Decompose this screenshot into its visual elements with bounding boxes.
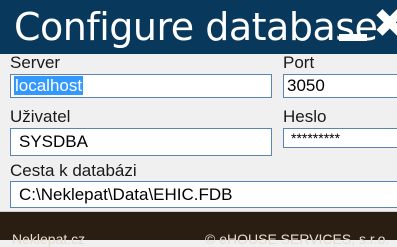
user-value: SYSDBA xyxy=(19,132,88,151)
port-value: 3050 xyxy=(287,76,325,95)
close-icon: ✖ xyxy=(373,4,397,46)
window-title: Configure database xyxy=(14,5,378,49)
port-input[interactable]: 3050 xyxy=(283,74,397,98)
close-button[interactable]: ✖ xyxy=(373,4,397,46)
user-label: Uživatel xyxy=(10,107,71,126)
footer-site-link[interactable]: Neklepat.cz xyxy=(12,231,85,247)
minimize-button[interactable] xyxy=(337,20,371,46)
footer-copyright: © eHOUSE SERVICES, s.r.o. xyxy=(205,231,390,247)
path-label: Cesta k databázi xyxy=(10,161,137,180)
settings-panel: Server localhost Port 3050 Uživatel SYSD… xyxy=(0,54,397,212)
user-input[interactable]: SYSDBA xyxy=(10,128,272,156)
password-value: ********* xyxy=(291,130,341,146)
password-input[interactable]: ********* xyxy=(283,128,397,148)
server-input[interactable]: localhost xyxy=(10,74,272,98)
port-label: Port xyxy=(283,53,315,72)
path-value: C:\Neklepat\Data\EHIC.FDB xyxy=(19,185,233,204)
server-label: Server xyxy=(10,53,61,72)
path-input[interactable]: C:\Neklepat\Data\EHIC.FDB xyxy=(10,181,397,208)
password-label: Heslo xyxy=(283,107,327,126)
footer: Neklepat.cz © eHOUSE SERVICES, s.r.o. xyxy=(0,212,397,247)
title-bar[interactable]: Configure database ✖ xyxy=(0,0,397,54)
server-value: localhost xyxy=(14,76,84,95)
